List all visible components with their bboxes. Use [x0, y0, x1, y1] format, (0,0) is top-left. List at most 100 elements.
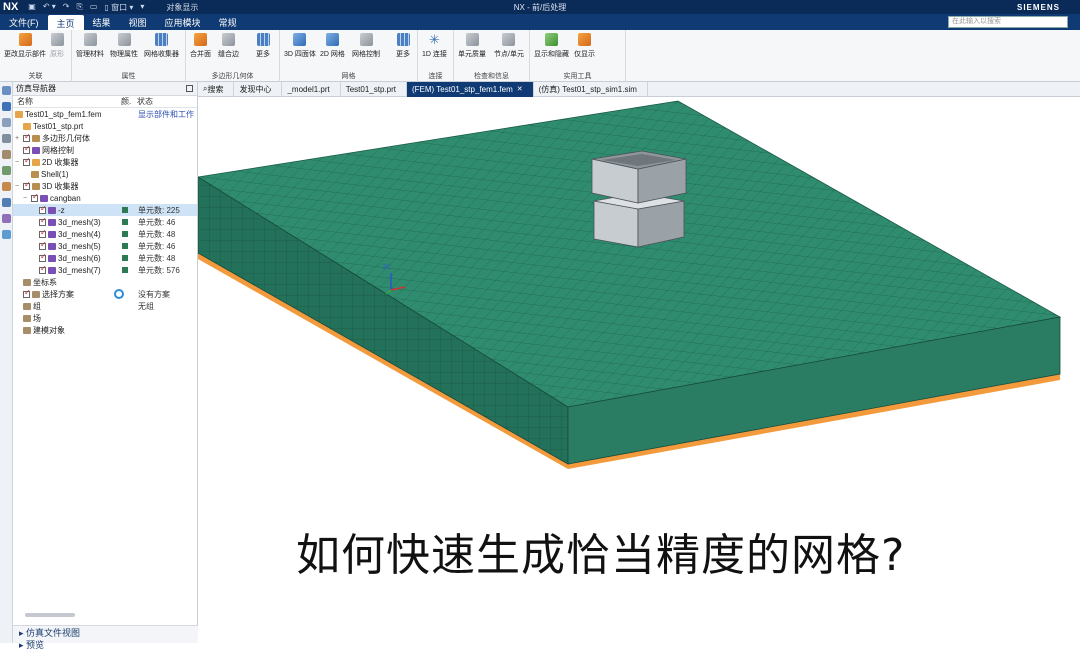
- tab-test01-stp-prt[interactable]: Test01_stp.prt: [341, 81, 407, 97]
- collapse-icon[interactable]: −: [23, 195, 31, 202]
- 1d-connection-button[interactable]: ✳ 1D 连接: [422, 33, 447, 59]
- menu-results[interactable]: 结果: [84, 14, 120, 30]
- prototype-button[interactable]: 原形: [50, 33, 64, 59]
- visibility-checkbox[interactable]: [39, 216, 47, 226]
- menu-general[interactable]: 常规: [210, 14, 246, 30]
- mesh-collector-button[interactable]: 网格收集器: [144, 33, 179, 59]
- column-name[interactable]: 名称: [13, 96, 121, 107]
- 3d-tetra-button[interactable]: 3D 四面体: [284, 33, 316, 59]
- tree-row-mesh-z[interactable]: -z 单元数: 225: [13, 204, 197, 216]
- tree-row-cangban[interactable]: −cangban: [13, 192, 197, 204]
- more-mesh-button[interactable]: 更多: [396, 33, 410, 59]
- tree-row-3d-collector[interactable]: −3D 收集器: [13, 180, 197, 192]
- history-icon[interactable]: [2, 166, 11, 175]
- mesh-control-icon: [359, 33, 373, 46]
- menu-home[interactable]: 主页: [47, 15, 84, 30]
- tree-row-selection-recipes[interactable]: 选择方案 没有方案: [13, 288, 197, 300]
- collapse-icon[interactable]: −: [15, 183, 23, 190]
- tree-row-part[interactable]: Test01_stp.prt: [13, 120, 197, 132]
- constraint-navigator-icon[interactable]: [2, 134, 11, 143]
- tree-row-shell[interactable]: Shell(1): [13, 168, 197, 180]
- menu-view[interactable]: 视图: [120, 14, 156, 30]
- mesh-control-button[interactable]: 网格控制: [352, 33, 380, 59]
- simulation-navigator: 仿真导航器 名称 颜. 状态 Test01_stp_fem1.fem 显示部件和…: [13, 82, 198, 650]
- visibility-checkbox[interactable]: [39, 240, 47, 250]
- tree-row-3d-mesh-7[interactable]: 3d_mesh(7) 单元数: 576: [13, 264, 197, 276]
- menu-file[interactable]: 文件(F): [0, 14, 48, 30]
- visibility-checkbox[interactable]: [39, 204, 47, 214]
- tree-row-2d-collector[interactable]: −2D 收集器: [13, 156, 197, 168]
- roles-icon[interactable]: [2, 214, 11, 223]
- visibility-checkbox[interactable]: [31, 192, 39, 202]
- window-menu[interactable]: ▯ 窗口 ▾: [104, 2, 133, 13]
- part-icon: [23, 122, 31, 130]
- tree-row-coordinate-systems[interactable]: 坐标系: [13, 276, 197, 288]
- copy-icon[interactable]: ⎘: [77, 2, 83, 13]
- horizontal-scrollbar[interactable]: [25, 613, 75, 617]
- stitch-edges-button[interactable]: 缝合边: [218, 33, 239, 59]
- save-icon[interactable]: ▣: [28, 2, 36, 13]
- tree-row-3d-mesh-6[interactable]: 3d_mesh(6) 单元数: 48: [13, 252, 197, 264]
- physical-properties-button[interactable]: 物理属性: [110, 33, 138, 59]
- color-swatch[interactable]: [122, 255, 128, 261]
- tab-discovery-center[interactable]: 发现中心: [234, 81, 283, 97]
- more-geometry-button[interactable]: 更多: [256, 33, 270, 59]
- web-browser-icon[interactable]: [2, 198, 11, 207]
- visibility-checkbox[interactable]: [23, 132, 31, 142]
- tree-row-3d-mesh-5[interactable]: 3d_mesh(5) 单元数: 46: [13, 240, 197, 252]
- physical-properties-icon: [117, 33, 131, 46]
- column-color[interactable]: 颜.: [121, 96, 137, 107]
- node-element-button[interactable]: 节点/单元: [494, 33, 524, 59]
- expand-icon[interactable]: +: [15, 135, 23, 142]
- tab-fem-file[interactable]: (FEM) Test01_stp_fem1.fem ✕: [406, 81, 534, 97]
- tab-sim-file[interactable]: (仿真) Test01_stp_sim1.sim: [534, 81, 648, 97]
- close-icon[interactable]: ✕: [517, 85, 523, 93]
- customize-dropdown[interactable]: ▾: [140, 2, 144, 13]
- color-swatch[interactable]: [122, 219, 128, 225]
- 2d-mesh-button[interactable]: 2D 网格: [320, 33, 345, 59]
- assembly-navigator-icon[interactable]: [2, 118, 11, 127]
- materials-library-icon[interactable]: [2, 182, 11, 191]
- tree-row-mesh-control[interactable]: 网格控制: [13, 144, 197, 156]
- preview-panel[interactable]: ▸ 预览: [13, 638, 198, 650]
- show-hide-button[interactable]: 显示和隐藏: [534, 33, 569, 59]
- change-display-part-button[interactable]: 更改显示部件: [4, 33, 46, 59]
- visibility-checkbox[interactable]: [39, 264, 47, 274]
- part-navigator-icon[interactable]: [2, 86, 11, 95]
- show-only-button[interactable]: 仅显示: [574, 33, 595, 59]
- window-icon[interactable]: ▭: [90, 2, 98, 13]
- tab-search[interactable]: ⌕ 搜索: [198, 81, 235, 97]
- visibility-checkbox[interactable]: [23, 288, 31, 298]
- manage-materials-button[interactable]: 管理材料: [76, 33, 104, 59]
- sim-file-view-panel[interactable]: ▸ 仿真文件视图: [13, 626, 198, 638]
- element-quality-button[interactable]: 单元质量: [458, 33, 486, 59]
- maximize-icon[interactable]: [186, 85, 193, 92]
- visibility-checkbox[interactable]: [23, 156, 31, 166]
- color-swatch[interactable]: [122, 207, 128, 213]
- tree-row-modeling-objects[interactable]: 建模对象: [13, 324, 197, 336]
- tree-row-fem-file[interactable]: Test01_stp_fem1.fem 显示部件和工作: [13, 108, 197, 120]
- system-scenes-icon[interactable]: [2, 230, 11, 239]
- menu-applications[interactable]: 应用模块: [156, 14, 210, 30]
- visibility-checkbox[interactable]: [23, 180, 31, 190]
- reuse-library-icon[interactable]: [2, 150, 11, 159]
- color-swatch[interactable]: [122, 243, 128, 249]
- merge-faces-button[interactable]: 合并面: [190, 33, 211, 59]
- collapse-icon[interactable]: −: [15, 159, 23, 166]
- visibility-checkbox[interactable]: [39, 228, 47, 238]
- command-search-input[interactable]: 在此输入以搜索: [948, 16, 1068, 28]
- tree-row-groups[interactable]: 组 无组: [13, 300, 197, 312]
- redo-icon[interactable]: ↷: [63, 2, 70, 13]
- color-swatch[interactable]: [122, 267, 128, 273]
- undo-icon[interactable]: ↶ ▾: [43, 2, 56, 13]
- tree-row-3d-mesh-3[interactable]: 3d_mesh(3) 单元数: 46: [13, 216, 197, 228]
- simulation-navigator-icon[interactable]: [2, 102, 11, 111]
- tree-row-fields[interactable]: 场: [13, 312, 197, 324]
- tree-row-3d-mesh-4[interactable]: 3d_mesh(4) 单元数: 48: [13, 228, 197, 240]
- visibility-checkbox[interactable]: [39, 252, 47, 262]
- visibility-checkbox[interactable]: [23, 144, 31, 154]
- tree-row-polygon-geometry[interactable]: +多边形几何体: [13, 132, 197, 144]
- color-swatch[interactable]: [122, 231, 128, 237]
- tab-model1-prt[interactable]: _model1.prt: [282, 81, 341, 97]
- column-state[interactable]: 状态: [137, 96, 153, 107]
